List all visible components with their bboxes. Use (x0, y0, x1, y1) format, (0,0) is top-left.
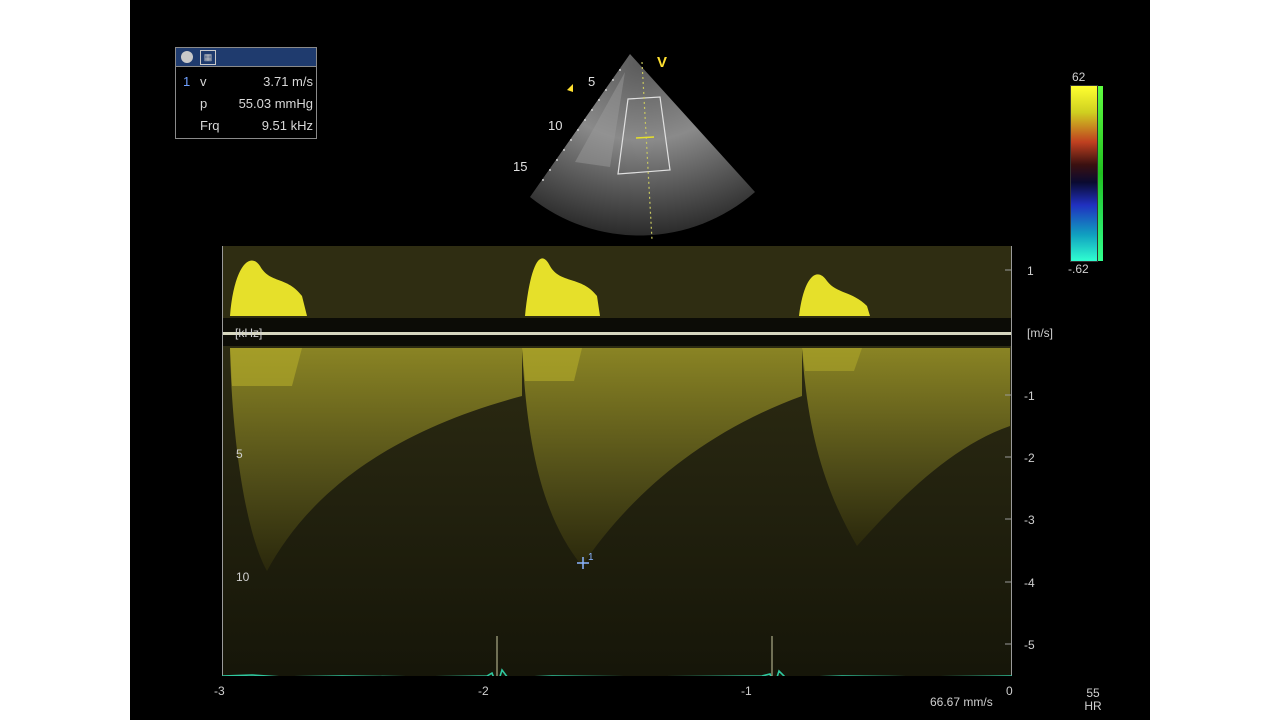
measurement-value: 55.03 mmHg (238, 96, 313, 111)
right-tick-label: -5 (1024, 638, 1035, 652)
measurement-row-velocity: 1 v 3.71 m/s (176, 74, 316, 94)
right-unit-label: [m/s] (1027, 326, 1053, 340)
color-bar-bottom-label: -.62 (1068, 262, 1089, 276)
depth-label: 10 (548, 118, 562, 133)
measurement-label: v (200, 74, 207, 89)
sample-gate[interactable] (635, 136, 655, 139)
measurement-row-frequency: Frq 9.51 kHz (176, 118, 316, 138)
measurement-panel-header: ▦ (176, 48, 316, 67)
measurement-value: 9.51 kHz (261, 118, 313, 133)
left-tick-label: 10 (236, 570, 250, 584)
right-tick-label: -1 (1024, 389, 1035, 403)
left-tick-label: 5 (236, 447, 243, 461)
sector-marker: V (657, 54, 667, 71)
record-icon[interactable] (181, 51, 193, 63)
calculator-icon[interactable]: ▦ (200, 50, 216, 65)
color-velocity-bar (1070, 85, 1103, 262)
time-tick-label: -3 (214, 684, 225, 698)
echo-sector-view[interactable]: V 5 10 15 (500, 42, 770, 242)
measurement-label: p (200, 96, 208, 111)
left-unit-label: [kHz] (235, 326, 263, 340)
orientation-marker-icon (567, 84, 573, 92)
caliper-label: 1 (588, 552, 594, 563)
measurement-value: 3.71 m/s (263, 74, 313, 89)
heart-rate: 55 HR (1078, 687, 1108, 713)
measurement-row-pressure: p 55.03 mmHg (176, 96, 316, 116)
measurement-index: 1 (183, 74, 191, 89)
right-tick-label: -3 (1024, 513, 1035, 527)
measurement-label: Frq (200, 118, 220, 133)
ultrasound-screen: ▦ 1 v 3.71 m/s p 55.03 mmHg Frq 9.51 kHz (130, 0, 1150, 720)
heart-rate-label: HR (1084, 699, 1102, 713)
doppler-spectrum[interactable]: 1 (221, 246, 1022, 716)
time-tick-label: -2 (478, 684, 489, 698)
forward-flow-band (222, 246, 1012, 318)
depth-label: 15 (513, 159, 527, 174)
right-tick-label: -2 (1024, 451, 1035, 465)
time-tick-label: 0 (1006, 684, 1013, 698)
measurement-panel: ▦ 1 v 3.71 m/s p 55.03 mmHg Frq 9.51 kHz (175, 47, 317, 139)
right-tick-label: -4 (1024, 576, 1035, 590)
baseline[interactable] (222, 332, 1012, 335)
time-tick-label: -1 (741, 684, 752, 698)
right-tick-label: 1 (1027, 264, 1034, 278)
color-bar-top-label: 62 (1072, 70, 1086, 84)
sweep-speed: 66.67 mm/s (930, 695, 993, 709)
sector-fan (530, 54, 755, 236)
depth-label: 5 (588, 74, 595, 89)
